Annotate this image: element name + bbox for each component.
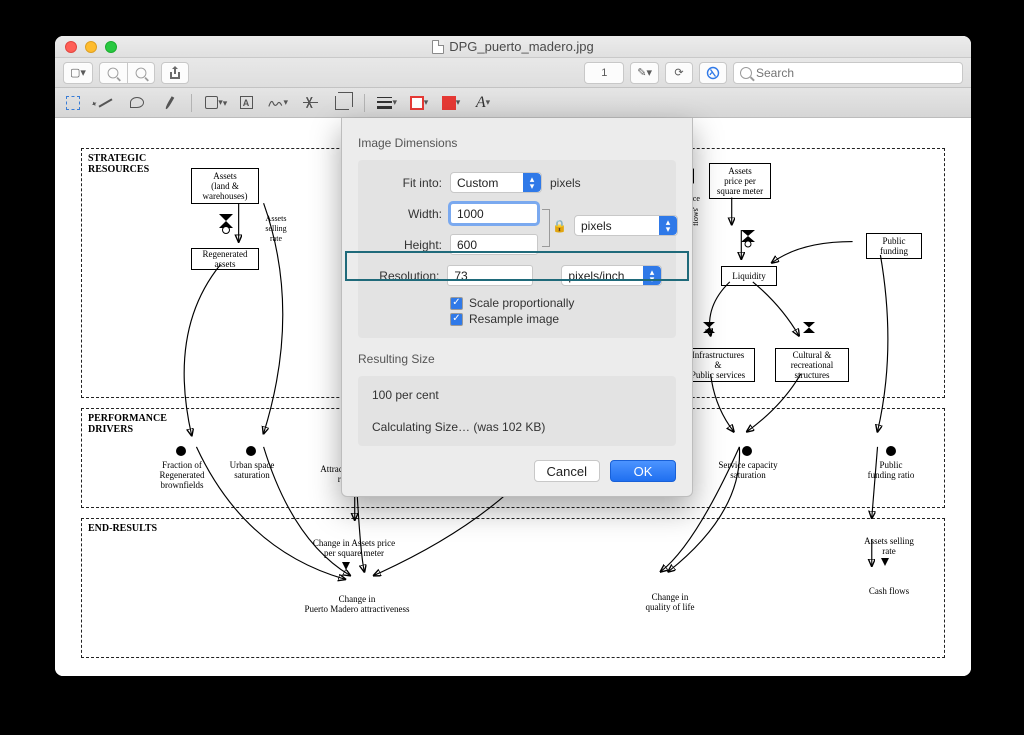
result-size: Calculating Size… (was 102 KB) (372, 420, 662, 434)
highlight-tool-button[interactable]: ✎▾ (630, 62, 659, 84)
sidebar-toggle-button[interactable]: ▢▾ (63, 62, 93, 84)
search-icon (740, 67, 752, 79)
sketch-tool[interactable] (159, 93, 179, 113)
label-chg-qol: Change inquality of life (635, 592, 705, 612)
box-price: Assetsprice persquare meter (709, 163, 771, 199)
label-assets-rate: Assets selling rate (261, 214, 291, 244)
label-urban: Urban spacesaturation (221, 460, 283, 480)
dialog-section-result: Resulting Size (358, 352, 676, 366)
stroke-color-tool[interactable] (409, 93, 429, 113)
window-title-text: DPG_puerto_madero.jpg (449, 39, 594, 54)
fit-into-label: Fit into: (372, 176, 450, 190)
chevron-updown-icon: ▴▾ (643, 266, 661, 285)
ok-button[interactable]: OK (610, 460, 676, 482)
crop-tool[interactable] (332, 93, 352, 113)
search-field[interactable] (733, 62, 963, 84)
resize-dialog: Image Dimensions Fit into: Custom ▴▾ pix… (341, 118, 693, 497)
zoom-out-button[interactable] (99, 62, 127, 84)
label-pfr: Publicfunding ratio (861, 460, 921, 480)
label-serv: Service capacitysaturation (711, 460, 785, 480)
box-public: Publicfunding (866, 233, 922, 259)
lock-icon[interactable]: 🔒 (552, 219, 567, 233)
zoom-in-button[interactable] (127, 62, 155, 84)
arrow-down-icon (881, 558, 889, 566)
band-performance-label: PERFORMANCEDRIVERS (88, 413, 167, 435)
box-regenerated: Regeneratedassets (191, 248, 259, 270)
valve-icon (801, 322, 817, 338)
search-input[interactable] (756, 66, 956, 80)
box-liquidity: Liquidity (721, 266, 777, 286)
link-bracket (542, 209, 550, 247)
wh-unit-select[interactable]: pixels ▴▾ (574, 215, 678, 236)
label-chg-attr: Change inPuerto Madero attractiveness (297, 594, 417, 614)
titlebar: DPG_puerto_madero.jpg (55, 36, 971, 58)
label-chg-price: Change in Assets priceper square meter (309, 538, 399, 558)
band-end: END-RESULTS (81, 518, 945, 658)
rect-select-tool[interactable] (63, 93, 83, 113)
box-cultural: Cultural &recreationalstructures (775, 348, 849, 382)
label-fraction: Fraction ofRegeneratedbrownfields (149, 460, 215, 490)
window-title: DPG_puerto_madero.jpg (55, 39, 971, 54)
box-assets: Assets(land &warehouses) (191, 168, 259, 204)
rotate-button[interactable]: ⟳ (665, 62, 693, 84)
valve-icon (701, 322, 717, 338)
shapes-tool[interactable] (204, 93, 224, 113)
fit-into-value: Custom (457, 176, 498, 190)
resolution-unit-select[interactable]: pixels/inch ▴▾ (561, 265, 662, 286)
cancel-button[interactable]: Cancel (534, 460, 600, 482)
width-field[interactable]: 1000 (450, 203, 538, 224)
font-tool[interactable]: A (473, 93, 493, 113)
dot-serv (742, 446, 752, 456)
divider (191, 94, 192, 112)
scale-label: Scale proportionally (469, 296, 574, 310)
resolution-label: Resolution: (372, 269, 447, 283)
resolution-field[interactable]: 73 (447, 265, 532, 286)
text-tool[interactable]: A (236, 93, 256, 113)
dot-pfr (886, 446, 896, 456)
toolbar-markup: A A (55, 88, 971, 118)
fill-color-tool[interactable] (441, 93, 461, 113)
resample-label: Resample image (469, 312, 559, 326)
fit-into-select[interactable]: Custom ▴▾ (450, 172, 542, 193)
document-icon (432, 40, 444, 54)
instant-alpha-tool[interactable] (95, 93, 115, 113)
scale-proportionally-check[interactable]: ✓Scale proportionally (450, 296, 662, 310)
valve-icon (739, 230, 757, 248)
sign-tool[interactable] (268, 93, 288, 113)
toolbar-main: ▢▾ 1 ✎▾ ⟳ (55, 58, 971, 88)
dot-fraction (176, 446, 186, 456)
label-cashflows: Cash flows (861, 586, 917, 596)
preview-window: DPG_puerto_madero.jpg ▢▾ 1 ✎▾ ⟳ A (55, 36, 971, 676)
height-label: Height: (372, 238, 450, 252)
divider (364, 94, 365, 112)
band-end-label: END-RESULTS (88, 523, 157, 534)
markup-toolbar-button[interactable] (699, 62, 727, 84)
page-number-field[interactable]: 1 (584, 62, 624, 84)
share-button[interactable] (161, 62, 189, 84)
width-label: Width: (372, 207, 450, 221)
band-strategic-label: STRATEGICRESOURCES (88, 153, 149, 175)
wh-unit-value: pixels (581, 219, 612, 233)
label-sell-rate: Assets sellingrate (857, 536, 921, 556)
chevron-updown-icon: ▴▾ (523, 173, 541, 192)
lasso-tool[interactable] (127, 93, 147, 113)
result-percent: 100 per cent (372, 388, 662, 402)
resample-image-check[interactable]: ✓Resample image (450, 312, 662, 326)
fit-into-unit: pixels (550, 176, 581, 190)
arrow-down-icon (342, 562, 350, 570)
line-weight-tool[interactable] (377, 93, 397, 113)
height-field[interactable]: 600 (450, 234, 538, 255)
valve-icon (217, 214, 235, 234)
dot-urban (246, 446, 256, 456)
chevron-updown-icon: ▴▾ (659, 216, 677, 235)
dialog-section-dimensions: Image Dimensions (358, 136, 676, 150)
resolution-unit-value: pixels/inch (568, 269, 624, 283)
adjust-color-tool[interactable] (300, 93, 320, 113)
